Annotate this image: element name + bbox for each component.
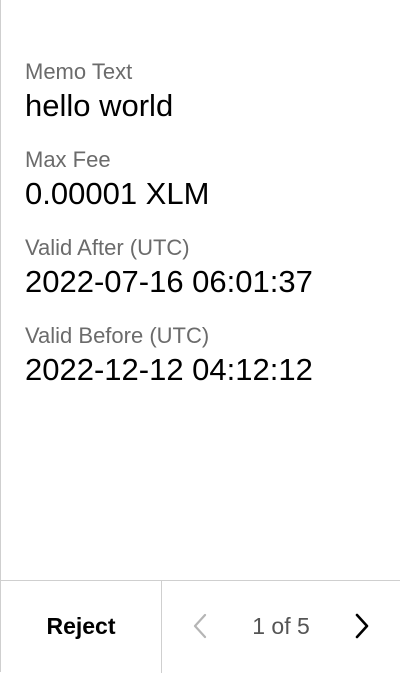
chevron-left-icon[interactable] xyxy=(186,611,216,641)
valid-after-label: Valid After (UTC) xyxy=(25,235,190,260)
transaction-review-screen: Memo Text hello world Max Fee 0.00001 XL… xyxy=(0,0,400,673)
valid-before-label: Valid Before (UTC) xyxy=(25,323,210,348)
max-fee-value: 0.00001 XLM xyxy=(25,176,210,211)
page-indicator: 1 of 5 xyxy=(252,613,310,639)
transaction-details: Memo Text hello world Max Fee 0.00001 XL… xyxy=(25,58,384,410)
chevron-right-icon[interactable] xyxy=(346,611,376,641)
max-fee-label: Max Fee xyxy=(25,147,111,172)
action-footer: Reject 1 of 5 xyxy=(1,580,400,673)
valid-after-field: Valid After (UTC) 2022-07-16 06:01:37 xyxy=(25,234,384,322)
valid-after-value: 2022-07-16 06:01:37 xyxy=(25,264,313,299)
memo-text-field: Memo Text hello world xyxy=(25,58,384,146)
valid-before-field: Valid Before (UTC) 2022-12-12 04:12:12 xyxy=(25,322,384,410)
memo-text-label: Memo Text xyxy=(25,59,133,84)
max-fee-field: Max Fee 0.00001 XLM xyxy=(25,146,384,234)
memo-text-value: hello world xyxy=(25,88,174,123)
pager: 1 of 5 xyxy=(162,581,400,672)
reject-button[interactable]: Reject xyxy=(1,581,161,672)
valid-before-value: 2022-12-12 04:12:12 xyxy=(25,352,313,387)
